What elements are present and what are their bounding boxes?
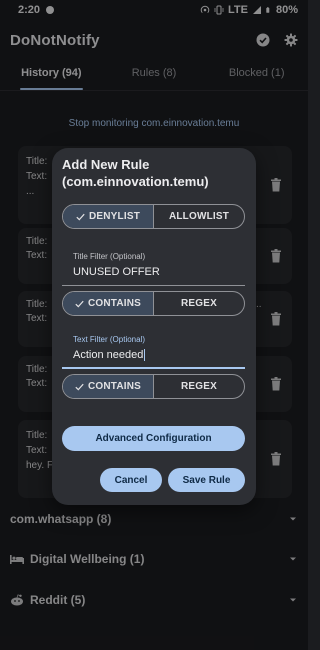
text-regex-option[interactable]: REGEX [153, 375, 244, 398]
allowlist-label: ALLOWLIST [168, 211, 230, 222]
check-icon [75, 383, 84, 390]
denylist-label: DENYLIST [88, 211, 141, 222]
regex-label: REGEX [180, 381, 217, 392]
contains-label: CONTAINS [87, 298, 142, 309]
title-filter-label: Title Filter (Optional) [73, 252, 146, 261]
allowlist-option[interactable]: ALLOWLIST [153, 205, 244, 228]
regex-label: REGEX [180, 298, 217, 309]
title-filter-value: UNUSED OFFER [73, 266, 160, 278]
add-rule-dialog: Add New Rule (com.einnovation.temu) DENY… [52, 148, 256, 505]
advanced-configuration-button[interactable]: Advanced Configuration [62, 426, 245, 451]
cancel-button[interactable]: Cancel [100, 468, 162, 492]
title-match-toggle: CONTAINS REGEX [62, 291, 245, 316]
text-filter-field[interactable]: Text Filter (Optional) Action needed [62, 333, 245, 369]
contains-label: CONTAINS [87, 381, 142, 392]
text-caret [144, 349, 146, 362]
list-mode-toggle: DENYLIST ALLOWLIST [62, 204, 245, 229]
title-contains-option[interactable]: CONTAINS [63, 292, 153, 315]
text-contains-option[interactable]: CONTAINS [63, 375, 153, 398]
text-match-toggle: CONTAINS REGEX [62, 374, 245, 399]
text-filter-value-wrap: Action needed [73, 349, 146, 362]
text-filter-label: Text Filter (Optional) [73, 335, 146, 344]
title-regex-option[interactable]: REGEX [153, 292, 244, 315]
denylist-option[interactable]: DENYLIST [63, 205, 153, 228]
title-filter-field[interactable]: Title Filter (Optional) UNUSED OFFER [62, 250, 245, 286]
text-filter-value: Action needed [73, 349, 144, 361]
dialog-title: Add New Rule (com.einnovation.temu) [62, 157, 209, 189]
check-icon [75, 300, 84, 307]
check-icon [76, 213, 85, 220]
save-rule-button[interactable]: Save Rule [168, 468, 245, 492]
